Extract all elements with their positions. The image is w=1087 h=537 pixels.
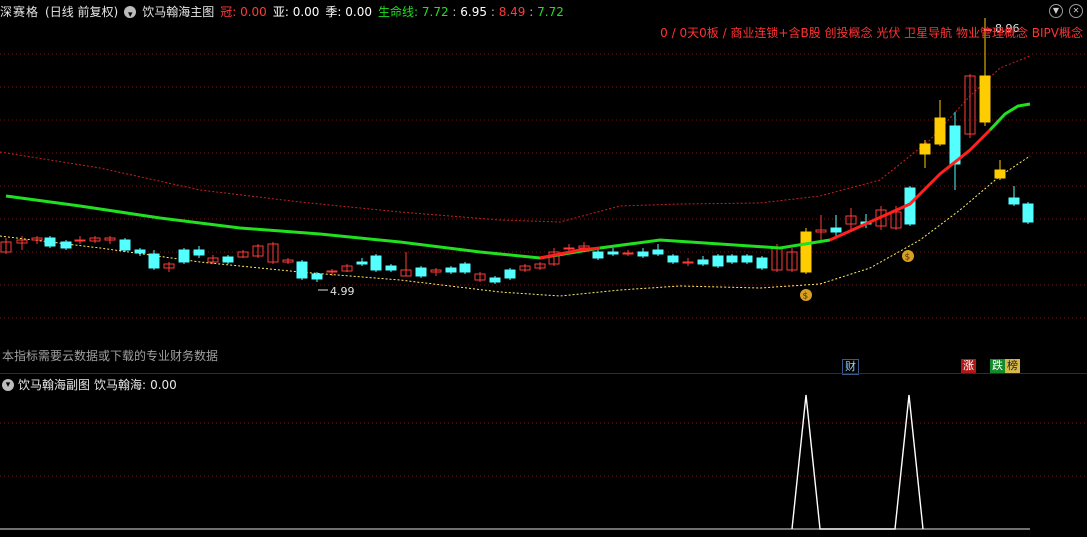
- candlesticks: [0, 18, 1034, 284]
- financial-data-notice: 本指标需要云数据或下载的专业财务数据: [2, 349, 219, 363]
- candle-body: [592, 251, 604, 259]
- money-bag-icon: $: [902, 250, 914, 263]
- period-label[interactable]: (日线 前复权): [45, 3, 118, 21]
- candle-body: [296, 261, 308, 279]
- candle-body: [726, 255, 738, 263]
- guan-value: 0.00: [240, 5, 267, 19]
- tag-zhang[interactable]: 涨: [961, 359, 976, 373]
- candle-body: [504, 269, 516, 279]
- panel-divider[interactable]: [0, 373, 1087, 374]
- lifeline-value-2: 6.95: [460, 5, 488, 19]
- stock-name[interactable]: 深赛格: [0, 3, 39, 21]
- guan-label: 冠:: [220, 5, 237, 19]
- lifeline-label: 生命线:: [378, 5, 419, 19]
- candle-body: [637, 251, 649, 257]
- money-bag-glyph: $: [803, 292, 809, 302]
- candle-body: [459, 263, 471, 273]
- lifeline-value-3: 8.49: [498, 5, 526, 19]
- price-chart[interactable]: $$ 8.96 4.99: [0, 0, 1087, 537]
- candle-body: [934, 117, 946, 145]
- indicator-dropdown-icon[interactable]: ▾: [124, 6, 137, 20]
- candle-body: [1008, 197, 1020, 205]
- sub-value: 0.00: [150, 377, 177, 392]
- ji-readout: 季: 0.00: [325, 3, 372, 21]
- lifeline-readout: 生命线: 7.72 : 6.95 : 8.49 : 7.72: [378, 5, 564, 19]
- lifeline-green-segment: [988, 102, 1031, 132]
- candle-body: [800, 231, 812, 273]
- candle-body: [178, 249, 190, 263]
- candle-body: [134, 249, 146, 254]
- candle-body: [74, 239, 86, 242]
- main-chart-header: 深赛格 (日线 前复权) ▾ 饮马翰海主图 冠: 0.00 亚: 0.00 季:…: [0, 3, 564, 21]
- candle-body: [682, 261, 694, 264]
- money-bag-icon: $: [800, 289, 812, 302]
- sub-indicator-panel[interactable]: [0, 394, 1030, 530]
- sub-panel-header: ▾ 饮马翰海副图 饮马翰海: 0.00: [2, 376, 177, 393]
- sub-indicator-dropdown-icon[interactable]: ▾: [2, 378, 14, 391]
- candle-body: [697, 259, 709, 265]
- candle-body: [756, 257, 768, 269]
- candle-body: [712, 255, 724, 267]
- lifeline-value-4: 7.72: [537, 5, 564, 19]
- sub-indicator-line: [791, 394, 924, 530]
- candle-body: [830, 227, 842, 233]
- ya-readout: 亚: 0.00: [273, 3, 320, 21]
- concept-strip[interactable]: 0 / 0天0板 / 商业连锁+含B股 创投概念 光伏 卫星导航 物业管理概念 …: [660, 24, 1083, 41]
- guan-readout: 冠: 0.00: [220, 3, 267, 21]
- sub-value-label: 饮马翰海:: [94, 378, 147, 392]
- candle-body: [563, 247, 575, 250]
- candle-body: [148, 253, 160, 269]
- candle-body: [979, 75, 991, 123]
- candle-body: [193, 249, 205, 256]
- upper-band-line: [0, 55, 1031, 223]
- candle-body: [652, 249, 664, 255]
- candle-body: [119, 239, 131, 251]
- candle-body: [1022, 203, 1034, 223]
- chart-gridlines: [0, 53, 1087, 477]
- candle-body: [326, 270, 338, 273]
- ya-value: 0.00: [292, 5, 320, 19]
- candle-body: [667, 255, 679, 263]
- candle-body: [489, 277, 501, 283]
- candle-body: [44, 237, 56, 247]
- lifeline-value-1: 7.72: [421, 5, 449, 19]
- candle-body: [445, 267, 457, 273]
- candle-body: [741, 255, 753, 263]
- candle-body: [222, 256, 234, 263]
- window-controls: ▼ ✕: [1049, 4, 1083, 18]
- close-icon[interactable]: ✕: [1069, 4, 1083, 18]
- candle-body: [919, 143, 931, 155]
- sub-indicator-name[interactable]: 饮马翰海副图: [18, 376, 90, 393]
- chevron-down-icon[interactable]: ▼: [1049, 4, 1063, 18]
- money-bag-glyph: $: [905, 253, 911, 263]
- candle-body: [607, 251, 619, 255]
- money-bag-markers: $$: [800, 250, 914, 302]
- ya-label: 亚:: [272, 5, 289, 19]
- candle-body: [311, 273, 323, 280]
- tag-bang[interactable]: 榜: [1005, 359, 1020, 373]
- main-indicator-name[interactable]: 饮马翰海主图: [142, 3, 214, 21]
- tag-die[interactable]: 跌: [990, 359, 1005, 373]
- candle-body: [385, 265, 397, 271]
- candle-body: [356, 261, 368, 265]
- ji-value: 0.00: [345, 5, 372, 19]
- candle-body: [622, 252, 634, 255]
- candle-body: [994, 169, 1006, 179]
- candle-body: [415, 267, 427, 277]
- candle-body: [370, 255, 382, 271]
- low-price-label: 4.99: [330, 285, 355, 298]
- candle-body: [60, 241, 72, 249]
- ji-label: 季:: [325, 5, 342, 19]
